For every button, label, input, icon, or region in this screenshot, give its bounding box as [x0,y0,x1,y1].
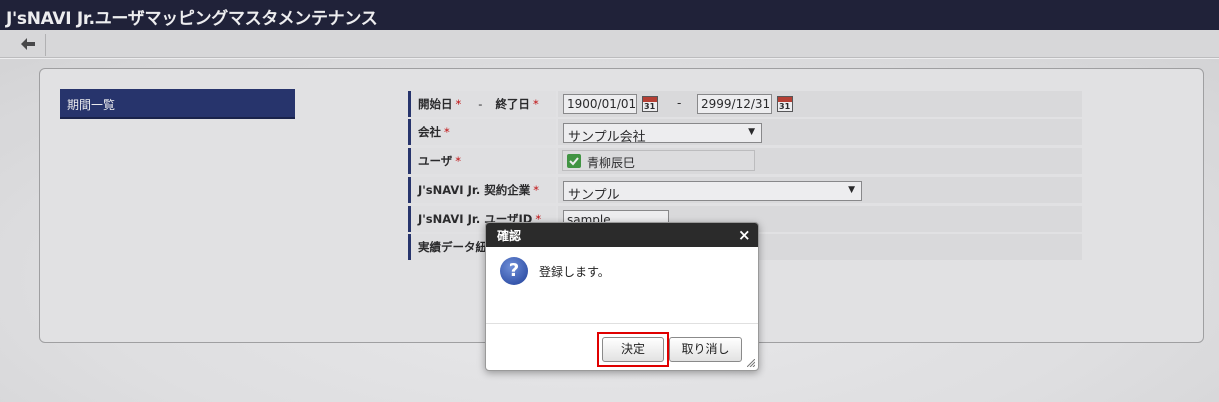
confirm-dialog: 確認 × ? 登録します。 決定 取り消し [485,222,759,371]
cancel-button[interactable]: 取り消し [669,337,742,362]
ok-button[interactable]: 決定 [602,337,664,362]
dialog-message: 登録します。 [539,265,610,279]
dialog-title-bar: 確認 × [486,223,758,247]
resize-grip-icon[interactable] [747,359,755,367]
close-icon[interactable]: × [738,226,751,244]
dialog-footer: 決定 取り消し [486,323,758,370]
question-icon: ? [500,257,528,285]
dialog-title: 確認 [497,229,522,243]
